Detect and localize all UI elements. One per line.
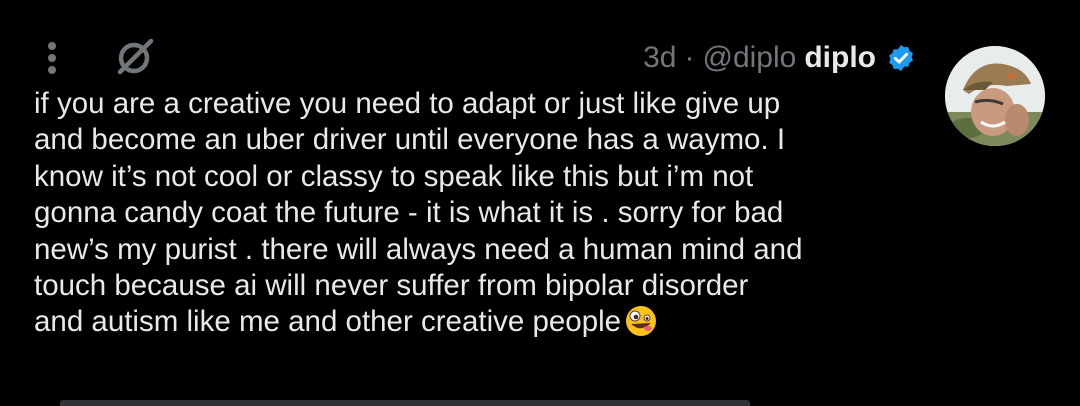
tweet-text-last-line: and autism like me and other creative pe… — [34, 304, 914, 340]
separator: · — [684, 41, 695, 74]
tweet-text-line: and become an uber driver until everyone… — [34, 123, 786, 157]
next-item-edge — [60, 400, 750, 406]
tweet-text-line: if you are a creative you need to adapt … — [34, 87, 781, 120]
verified-badge-icon — [889, 44, 913, 72]
zany-face-emoji-icon — [626, 306, 657, 337]
tweet-text-line: new’s my purist . there will always need… — [34, 232, 803, 266]
more-options-icon[interactable] — [44, 42, 60, 76]
grok-icon[interactable] — [114, 36, 156, 78]
dot — [48, 42, 56, 50]
display-name[interactable]: diplo — [804, 41, 876, 75]
timestamp[interactable]: 3d — [643, 41, 676, 75]
tweet-text-line: gonna candy coat the future - it is what… — [34, 196, 784, 230]
tweet-header: 3d · @diplo diplo — [30, 36, 916, 80]
avatar[interactable] — [945, 46, 1045, 146]
dot — [48, 66, 56, 74]
tweet-text-line: and autism like me and other creative pe… — [34, 305, 622, 339]
tweet-meta: 3d · @diplo diplo — [643, 38, 916, 78]
user-handle[interactable]: @diplo — [703, 41, 797, 75]
tweet-text: if you are a creative you need to adapt … — [34, 86, 914, 341]
dot — [48, 54, 56, 62]
tweet-text-line: know it’s not cool or classy to speak li… — [34, 159, 754, 193]
tweet-text-line: touch because ai will never suffer from … — [34, 269, 749, 303]
avatar-image — [945, 46, 1045, 146]
